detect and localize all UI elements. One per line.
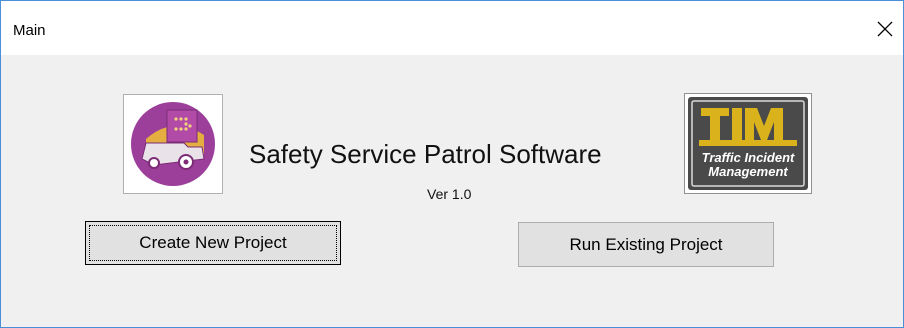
close-button[interactable] (867, 11, 903, 47)
create-new-project-button[interactable]: Create New Project (85, 221, 341, 265)
tim-logo: Traffic Incident Management (684, 93, 812, 194)
version-label: Ver 1.0 (427, 186, 472, 202)
title-bar[interactable]: Main (1, 1, 903, 55)
close-icon (877, 21, 893, 37)
create-new-project-label: Create New Project (139, 233, 287, 252)
run-existing-project-label: Run Existing Project (569, 234, 723, 254)
patrol-logo (123, 94, 223, 194)
patrol-truck-logo-icon (131, 102, 215, 186)
window-title: Main (13, 22, 46, 39)
app-title: Safety Service Patrol Software (249, 139, 602, 169)
main-window: Main Safety Service Patrol Software Ver … (0, 0, 904, 328)
tim-logo-icon: Traffic Incident Management (688, 97, 808, 190)
client-area: Safety Service Patrol Software Ver 1.0 T… (1, 55, 903, 327)
tim-logo-line1: Traffic Incident (702, 150, 795, 165)
run-existing-project-button[interactable]: Run Existing Project (518, 222, 774, 267)
tim-logo-line2: Management (708, 164, 788, 179)
